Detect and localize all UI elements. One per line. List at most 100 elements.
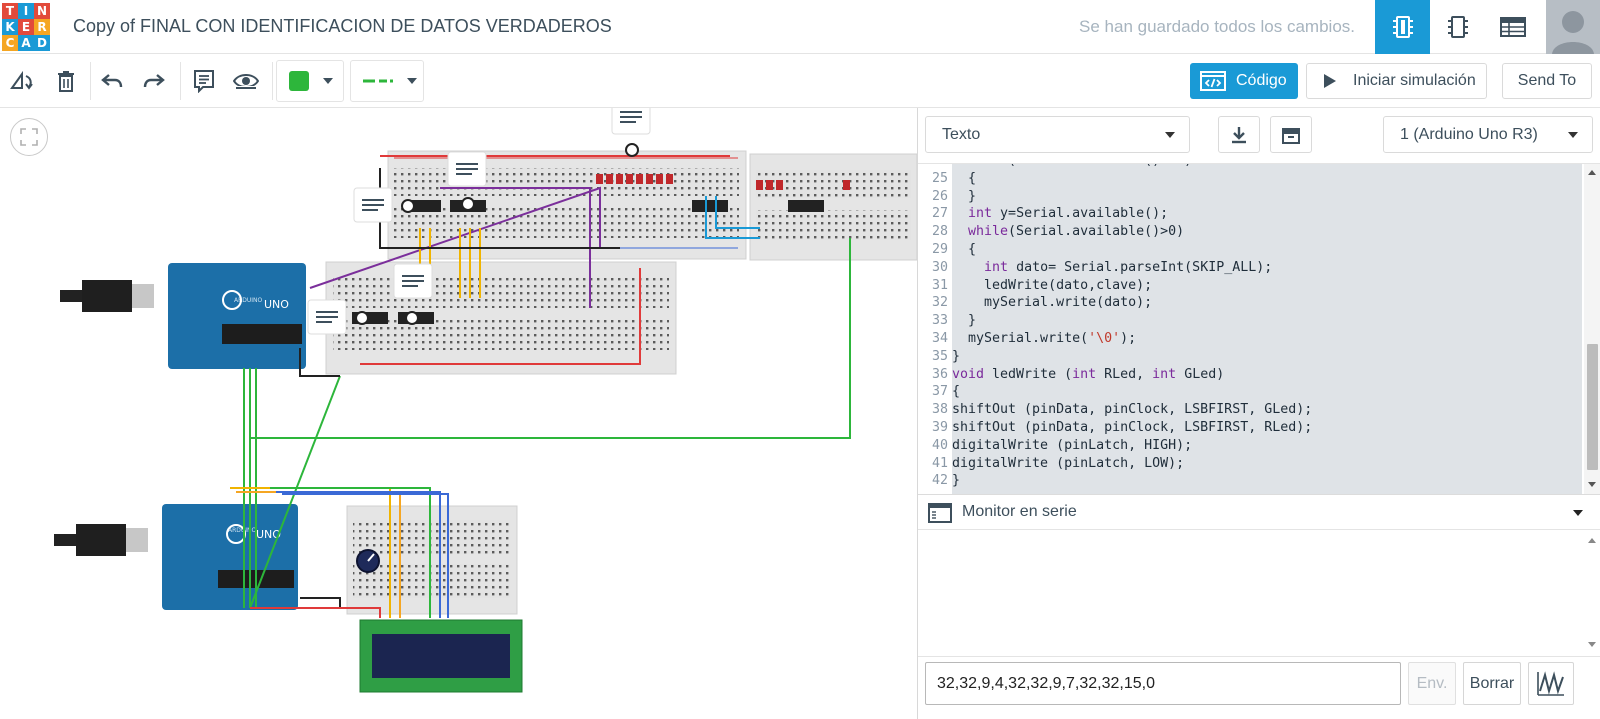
undo-button[interactable] <box>92 62 132 100</box>
code-scrollbar[interactable] <box>1584 164 1600 494</box>
line-number: 29 <box>931 242 948 257</box>
code-line[interactable]: int y=Serial.available(); <box>952 206 1168 224</box>
line-number: 24 <box>932 164 948 171</box>
note-bubble[interactable] <box>611 108 651 157</box>
start-simulation-button[interactable]: Iniciar simulación <box>1306 63 1487 99</box>
user-avatar[interactable] <box>1546 0 1600 54</box>
code-line[interactable]: void ledWrite (int RLed, int GLed) <box>952 367 1224 385</box>
code-line[interactable]: digitalWrite (pinLatch, HIGH); <box>952 438 1192 456</box>
toolbar-divider <box>272 62 273 100</box>
libraries-button[interactable] <box>1270 116 1312 153</box>
logo-letter: A <box>18 35 34 51</box>
lcd-display[interactable] <box>359 619 523 693</box>
shift-register-chip[interactable] <box>692 200 728 212</box>
serial-graph-button[interactable] <box>1528 662 1574 705</box>
trash-icon <box>58 71 74 92</box>
download-code-button[interactable] <box>1218 116 1260 153</box>
code-button-label: Código <box>1236 72 1287 89</box>
chevron-down-icon <box>407 78 417 84</box>
serial-input[interactable]: 32,32,9,4,32,32,9,7,32,32,15,0 <box>925 662 1401 705</box>
code-text-area[interactable]: while(Serial.available()==0) { } int y=S… <box>952 164 1582 494</box>
code-panel-header: Texto 1 (Arduino Uno R3) <box>918 108 1600 164</box>
code-line[interactable]: mySerial.write('\0'); <box>952 331 1136 349</box>
send-to-button[interactable]: Send To <box>1502 63 1592 99</box>
logo-letter: T <box>2 3 18 19</box>
line-number: 41 <box>931 455 948 471</box>
code-line[interactable]: { <box>952 384 960 402</box>
code-editor[interactable]: 2425 26 27 28 29 30 31 32 33 34 35 36 37 38 39 40 41 42 w… <box>918 164 1600 494</box>
line-number: 30 <box>931 259 948 275</box>
document-title[interactable]: Copy of FINAL CON IDENTIFICACION DE DATO… <box>73 16 612 37</box>
code-button[interactable]: Código <box>1190 63 1298 99</box>
line-number: 28 <box>931 224 948 240</box>
code-mode-value: Texto <box>942 125 981 143</box>
scroll-down-icon <box>1588 642 1596 647</box>
line-number: 38 <box>931 402 948 418</box>
code-scroll-thumb[interactable] <box>1587 344 1598 470</box>
code-line[interactable]: while(Serial.available()==0) <box>952 164 1192 171</box>
code-line[interactable]: } <box>952 313 976 331</box>
toolbar-divider <box>90 62 91 100</box>
visibility-button[interactable] <box>226 62 266 100</box>
notes-button[interactable] <box>184 62 224 100</box>
shift-register-chip[interactable] <box>788 200 824 212</box>
code-line[interactable]: ledWrite(dato,clave); <box>952 278 1152 296</box>
breadboard-top-right[interactable] <box>749 153 917 261</box>
table-icon <box>1499 17 1526 37</box>
delete-button[interactable] <box>46 62 86 100</box>
serial-monitor-output[interactable] <box>918 530 1600 656</box>
logo-letter: N <box>34 3 50 19</box>
line-number: 40 <box>931 437 948 453</box>
potentiometer[interactable] <box>356 549 380 573</box>
wire-style-picker[interactable] <box>350 60 424 102</box>
color-swatch <box>289 71 309 91</box>
scroll-up-icon <box>1588 538 1596 543</box>
editor-toolbar: Código Iniciar simulación Send To <box>0 54 1600 108</box>
code-line[interactable]: int dato= Serial.parseInt(SKIP_ALL); <box>952 260 1272 278</box>
line-number: 26 <box>931 188 948 204</box>
component-list-button[interactable] <box>1485 0 1540 54</box>
line-number: 35 <box>931 348 948 364</box>
arduino-uno-top[interactable]: UNO ARDUINO <box>60 263 306 369</box>
serial-monitor-header[interactable]: Monitor en serie <box>918 494 1600 530</box>
serial-send-button[interactable]: Env. <box>1408 662 1456 705</box>
serial-monitor-footer: 32,32,9,4,32,32,9,7,32,32,15,0 Env. Borr… <box>918 656 1600 719</box>
chevron-down-icon <box>1568 132 1578 138</box>
color-picker[interactable] <box>276 60 344 102</box>
code-mode-select[interactable]: Texto <box>925 116 1190 153</box>
line-number-gutter: 2425 26 27 28 29 30 31 32 33 34 35 36 37 38 39 40 41 42 <box>918 164 952 494</box>
code-line[interactable]: shiftOut (pinData, pinClock, LSBFIRST, G… <box>952 402 1312 420</box>
code-line[interactable]: } <box>952 349 960 367</box>
redo-button[interactable] <box>134 62 174 100</box>
circuit-view-button[interactable] <box>1375 0 1430 54</box>
chevron-down-icon <box>323 78 333 84</box>
schematic-view-button[interactable] <box>1430 0 1485 54</box>
code-line[interactable]: } <box>952 189 976 207</box>
serial-scrollbar[interactable] <box>1584 530 1600 656</box>
wire-icon <box>363 79 393 83</box>
logo-letter: E <box>18 19 34 35</box>
serial-clear-button[interactable]: Borrar <box>1463 662 1521 705</box>
board-select[interactable]: 1 (Arduino Uno R3) <box>1383 116 1593 153</box>
line-number: 31 <box>931 277 948 293</box>
arduino-uno-bottom[interactable]: UNO ARDUINO <box>54 504 298 610</box>
code-line[interactable]: mySerial.write(dato); <box>952 295 1152 313</box>
save-status: Se han guardado todos los cambios. <box>1079 17 1355 36</box>
circuit-drawing: UNO ARDUINO UNO ARDUINO <box>54 108 917 693</box>
top-bar: T I N K E R C A D Copy of FINAL CON IDEN… <box>0 0 1600 54</box>
code-line[interactable]: } <box>952 473 960 491</box>
circuit-canvas[interactable]: UNO ARDUINO UNO ARDUINO <box>0 108 917 719</box>
schematic-icon <box>1447 16 1468 38</box>
library-box-icon <box>1282 127 1300 144</box>
tinkercad-logo[interactable]: T I N K E R C A D <box>2 3 50 51</box>
code-line[interactable]: shiftOut (pinData, pinClock, LSBFIRST, R… <box>952 420 1312 438</box>
code-line[interactable]: digitalWrite (pinLatch, LOW); <box>952 456 1184 474</box>
code-line[interactable]: while(Serial.available()>0) <box>952 224 1184 242</box>
monitor-icon <box>928 503 952 523</box>
code-line[interactable]: { <box>952 242 976 260</box>
code-line[interactable]: { <box>952 171 976 189</box>
rotate-button[interactable] <box>2 62 42 100</box>
eye-icon <box>233 74 259 90</box>
chevron-down-icon <box>1165 132 1175 138</box>
chevron-down-icon[interactable] <box>1573 510 1583 516</box>
